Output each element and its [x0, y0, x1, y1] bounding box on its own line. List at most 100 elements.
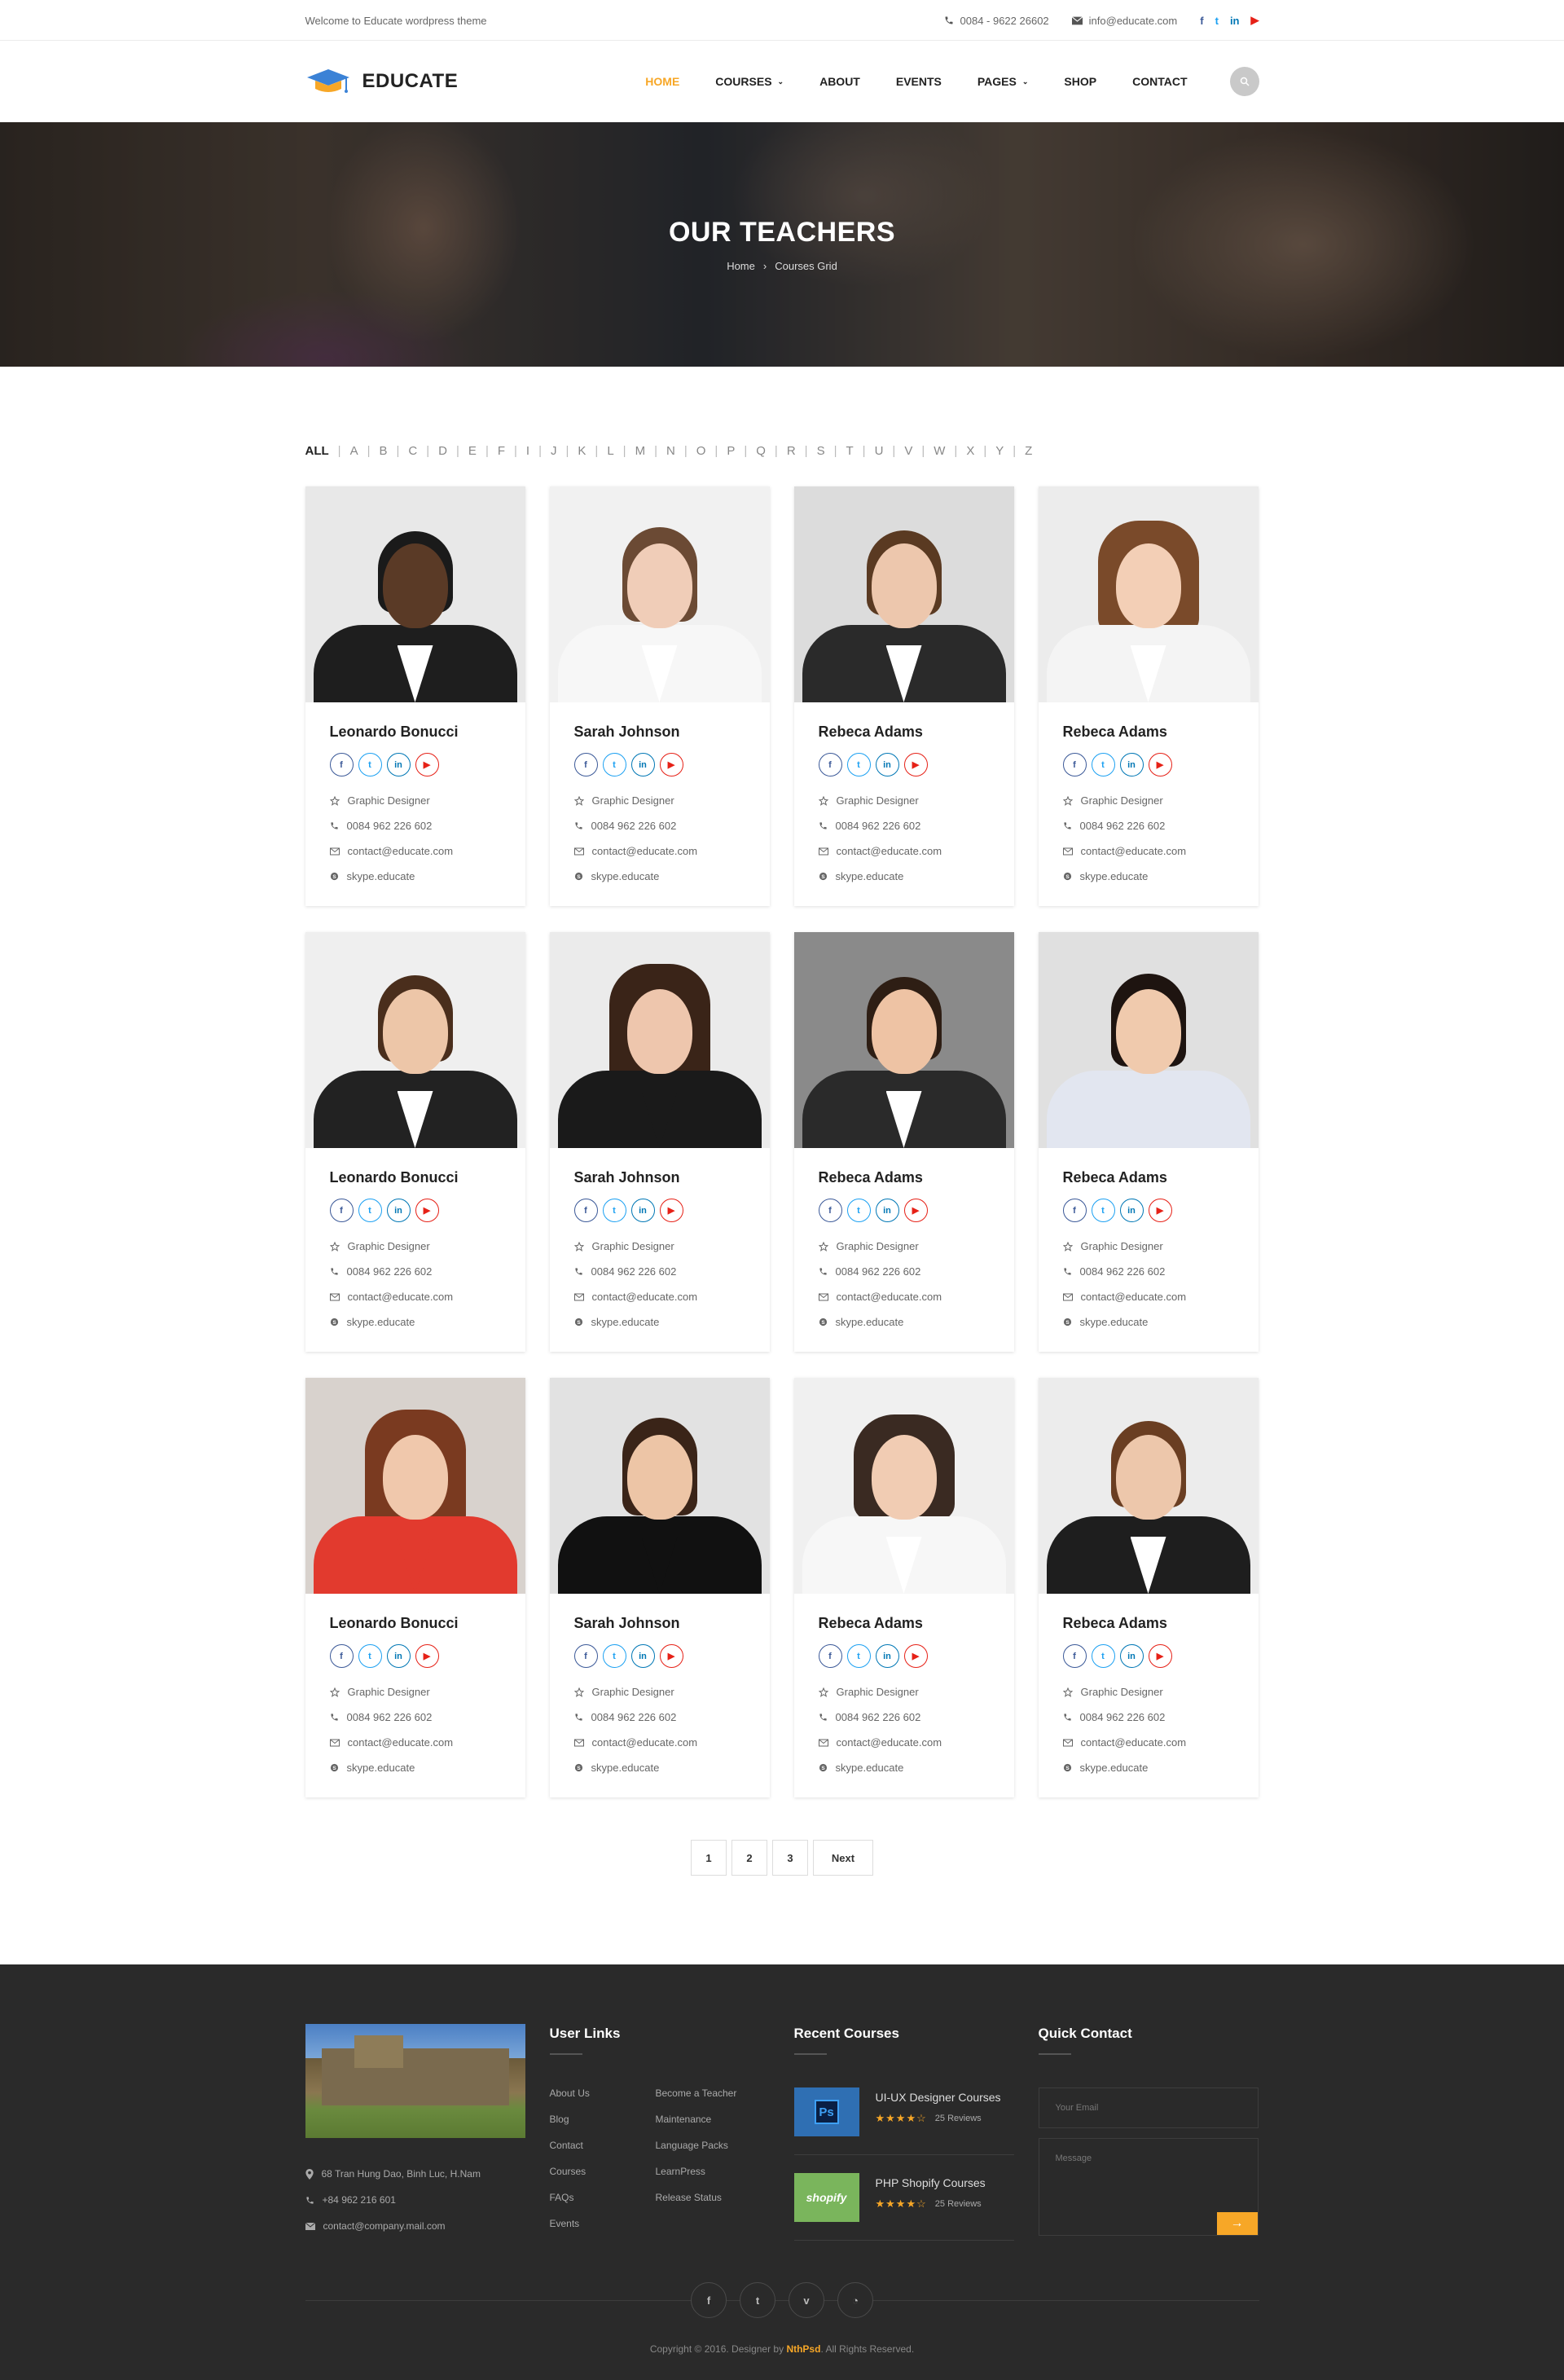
- youtube-icon[interactable]: ▶: [415, 1199, 439, 1222]
- alphabet-filter-c[interactable]: C: [408, 444, 417, 458]
- teacher-card[interactable]: Leonardo Bonucci f t in ▶ Graphic Design…: [305, 1378, 525, 1797]
- teacher-email[interactable]: contact@educate.com: [1062, 1284, 1234, 1309]
- pagination-page[interactable]: 1: [691, 1840, 727, 1876]
- alphabet-filter-v[interactable]: V: [904, 444, 912, 458]
- teacher-name[interactable]: Rebeca Adams: [1063, 1615, 1234, 1632]
- youtube-icon[interactable]: ▶: [659, 1199, 683, 1222]
- nav-shop[interactable]: SHOP: [1064, 75, 1096, 88]
- teacher-email[interactable]: contact@educate.com: [573, 838, 745, 864]
- youtube-icon[interactable]: ▶: [659, 1644, 683, 1668]
- facebook-icon[interactable]: f: [329, 753, 354, 776]
- teacher-skype[interactable]: Sskype.educate: [1063, 864, 1234, 889]
- nav-contact[interactable]: CONTACT: [1132, 75, 1187, 88]
- teacher-email[interactable]: contact@educate.com: [1062, 1730, 1234, 1755]
- breadcrumb-home[interactable]: Home: [727, 260, 755, 272]
- alphabet-filter-q[interactable]: Q: [756, 444, 766, 458]
- alphabet-filter-t[interactable]: T: [846, 444, 853, 458]
- twitter-icon[interactable]: t: [1091, 1199, 1115, 1222]
- course-item[interactable]: Ps UI-UX Designer Courses ★★★★☆ 25 Review…: [793, 2087, 1014, 2155]
- teacher-name[interactable]: Rebeca Adams: [819, 1169, 990, 1186]
- linkedin-icon[interactable]: in: [630, 753, 655, 776]
- alphabet-filter-w[interactable]: W: [934, 444, 945, 458]
- alphabet-filter-o[interactable]: O: [696, 444, 706, 458]
- facebook-icon[interactable]: f: [818, 1644, 842, 1668]
- teacher-skype[interactable]: Sskype.educate: [330, 1309, 501, 1335]
- teacher-skype[interactable]: Sskype.educate: [330, 864, 501, 889]
- twitter-icon[interactable]: t: [358, 1644, 382, 1668]
- footer-link[interactable]: Language Packs: [656, 2140, 770, 2151]
- linkedin-icon[interactable]: in: [386, 1199, 411, 1222]
- linkedin-icon[interactable]: in: [1119, 1199, 1144, 1222]
- teacher-skype[interactable]: Sskype.educate: [1063, 1309, 1234, 1335]
- teacher-name[interactable]: Leonardo Bonucci: [330, 1169, 501, 1186]
- nav-about[interactable]: ABOUT: [819, 75, 860, 88]
- twitter-icon[interactable]: t: [1091, 753, 1115, 776]
- alphabet-filter-k[interactable]: K: [578, 444, 586, 458]
- teacher-skype[interactable]: Sskype.educate: [330, 1755, 501, 1780]
- teacher-card[interactable]: Rebeca Adams f t in ▶ Graphic Designer 0…: [793, 932, 1014, 1352]
- linkedin-icon[interactable]: in: [630, 1644, 655, 1668]
- footer-link[interactable]: Become a Teacher: [656, 2087, 770, 2099]
- alphabet-filter-b[interactable]: B: [380, 444, 388, 458]
- twitter-icon[interactable]: t: [740, 2282, 775, 2318]
- linkedin-icon[interactable]: in: [386, 1644, 411, 1668]
- teacher-skype[interactable]: Sskype.educate: [819, 1755, 990, 1780]
- youtube-icon[interactable]: ▶: [1148, 1199, 1172, 1222]
- youtube-icon[interactable]: ▶: [903, 1644, 928, 1668]
- teacher-email[interactable]: contact@educate.com: [573, 1284, 745, 1309]
- teacher-card[interactable]: Sarah Johnson f t in ▶ Graphic Designer …: [549, 932, 770, 1352]
- twitter-icon[interactable]: t: [602, 1199, 626, 1222]
- twitter-icon[interactable]: t: [1215, 15, 1219, 27]
- teacher-skype[interactable]: Sskype.educate: [819, 864, 990, 889]
- footer-email[interactable]: contact@company.mail.com: [305, 2213, 525, 2239]
- teacher-skype[interactable]: Sskype.educate: [574, 1309, 745, 1335]
- facebook-icon[interactable]: f: [1062, 1644, 1087, 1668]
- linkedin-icon[interactable]: in: [630, 1199, 655, 1222]
- alphabet-filter-m[interactable]: M: [635, 444, 646, 458]
- alphabet-filter-a[interactable]: A: [350, 444, 358, 458]
- teacher-card[interactable]: Rebeca Adams f t in ▶ Graphic Designer 0…: [793, 486, 1014, 906]
- facebook-icon[interactable]: f: [573, 1199, 598, 1222]
- footer-link[interactable]: Contact: [550, 2140, 656, 2151]
- footer-link[interactable]: Maintenance: [656, 2114, 770, 2125]
- teacher-name[interactable]: Leonardo Bonucci: [330, 724, 501, 741]
- twitter-icon[interactable]: t: [846, 1199, 871, 1222]
- teacher-card[interactable]: Rebeca Adams f t in ▶ Graphic Designer 0…: [1038, 1378, 1259, 1797]
- alphabet-filter-x[interactable]: X: [966, 444, 974, 458]
- facebook-icon[interactable]: f: [691, 2282, 727, 2318]
- alphabet-filter-d[interactable]: D: [438, 444, 447, 458]
- youtube-icon[interactable]: ▶: [903, 1199, 928, 1222]
- linkedin-icon[interactable]: in: [875, 1644, 899, 1668]
- teacher-name[interactable]: Sarah Johnson: [574, 724, 745, 741]
- teacher-skype[interactable]: Sskype.educate: [1063, 1755, 1234, 1780]
- facebook-icon[interactable]: f: [1062, 1199, 1087, 1222]
- teacher-name[interactable]: Rebeca Adams: [1063, 724, 1234, 741]
- alphabet-filter-r[interactable]: R: [787, 444, 796, 458]
- facebook-icon[interactable]: f: [818, 753, 842, 776]
- alphabet-filter-i[interactable]: I: [526, 444, 529, 458]
- alphabet-filter-s[interactable]: S: [817, 444, 825, 458]
- linkedin-icon[interactable]: in: [1119, 753, 1144, 776]
- footer-link[interactable]: About Us: [550, 2087, 656, 2099]
- teacher-email[interactable]: contact@educate.com: [329, 1284, 501, 1309]
- nav-courses[interactable]: COURSES ⌄: [715, 75, 784, 88]
- teacher-email[interactable]: contact@educate.com: [818, 1284, 990, 1309]
- footer-link[interactable]: Blog: [550, 2114, 656, 2125]
- teacher-card[interactable]: Sarah Johnson f t in ▶ Graphic Designer …: [549, 486, 770, 906]
- linkedin-icon[interactable]: in: [1119, 1644, 1144, 1668]
- teacher-card[interactable]: Leonardo Bonucci f t in ▶ Graphic Design…: [305, 932, 525, 1352]
- teacher-email[interactable]: contact@educate.com: [329, 1730, 501, 1755]
- twitter-icon[interactable]: t: [358, 753, 382, 776]
- teacher-card[interactable]: Sarah Johnson f t in ▶ Graphic Designer …: [549, 1378, 770, 1797]
- youtube-icon[interactable]: ▶: [1148, 753, 1172, 776]
- facebook-icon[interactable]: f: [329, 1199, 354, 1222]
- facebook-icon[interactable]: f: [573, 753, 598, 776]
- teacher-skype[interactable]: Sskype.educate: [574, 864, 745, 889]
- pagination-page[interactable]: 3: [772, 1840, 808, 1876]
- youtube-icon[interactable]: ▶: [415, 753, 439, 776]
- youtube-icon[interactable]: ▶: [1251, 14, 1259, 27]
- twitter-icon[interactable]: t: [846, 753, 871, 776]
- twitter-icon[interactable]: t: [846, 1644, 871, 1668]
- youtube-icon[interactable]: ▶: [415, 1644, 439, 1668]
- teacher-name[interactable]: Sarah Johnson: [574, 1169, 745, 1186]
